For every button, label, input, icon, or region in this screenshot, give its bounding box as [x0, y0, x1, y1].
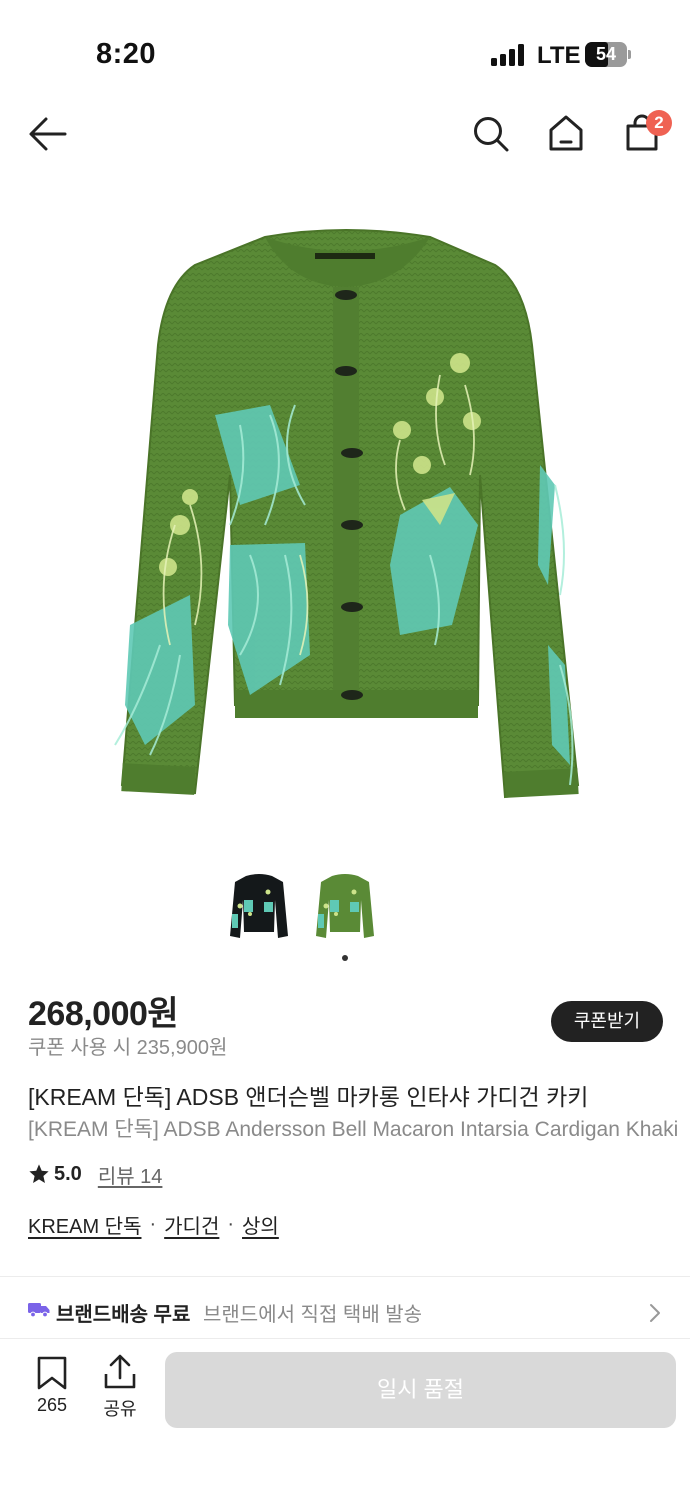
review-link[interactable]: 리뷰 14	[98, 1160, 163, 1189]
battery-icon: 54	[585, 42, 627, 67]
selected-thumb-indicator	[342, 955, 348, 961]
get-coupon-button[interactable]: 쿠폰받기	[551, 1001, 663, 1042]
share-icon[interactable]	[103, 1354, 137, 1390]
thumbnail-khaki[interactable]	[314, 870, 376, 946]
status-time: 8:20	[96, 38, 157, 70]
section-divider	[0, 1276, 690, 1277]
rating-row: 5.0 리뷰 14	[28, 1160, 162, 1188]
category-separator: ·	[227, 1213, 235, 1235]
status-bar: 8:20 LTE 54	[0, 0, 690, 100]
sold-out-button[interactable]: 일시 품절	[165, 1352, 676, 1428]
share-label[interactable]: 공유	[90, 1395, 150, 1421]
home-icon[interactable]	[548, 114, 584, 152]
cart-count-badge: 2	[646, 110, 672, 136]
shipping-description: 브랜드에서 직접 택배 발송	[203, 1304, 423, 1326]
network-type: LTE	[537, 42, 581, 69]
product-title-english: [KREAM 단독] ADSB Andersson Bell Macaron I…	[28, 1118, 679, 1141]
truck-icon	[28, 1303, 50, 1317]
bookmark-icon[interactable]	[36, 1356, 68, 1390]
rating-score: 5.0	[54, 1162, 82, 1185]
price: 268,000원	[28, 995, 179, 1033]
signal-icon	[491, 44, 525, 66]
search-icon[interactable]	[472, 115, 510, 153]
battery-nub	[628, 50, 631, 59]
star-icon	[29, 1164, 49, 1183]
category-breadcrumb: KREAM 단독 · 가디건 · 상의	[28, 1210, 279, 1239]
header	[0, 100, 690, 170]
back-arrow-icon[interactable]	[28, 116, 68, 152]
bookmark-count: 265	[36, 1395, 68, 1415]
battery-level: 54	[595, 44, 617, 64]
category-link-exclusive[interactable]: KREAM 단독	[28, 1210, 141, 1239]
category-link-cardigan[interactable]: 가디건	[164, 1210, 219, 1239]
product-image[interactable]	[100, 225, 590, 815]
thumbnail-black[interactable]	[228, 870, 290, 946]
shipping-label: 브랜드배송 무료	[56, 1304, 191, 1326]
product-title-korean: [KREAM 단독] ADSB 앤더슨벨 마카롱 인타샤 가디건 카키	[28, 1084, 589, 1110]
chevron-right-icon[interactable]	[648, 1302, 662, 1324]
category-link-tops[interactable]: 상의	[242, 1210, 279, 1239]
category-separator: ·	[149, 1213, 157, 1235]
coupon-price: 쿠폰 사용 시 235,900원	[28, 1037, 228, 1059]
